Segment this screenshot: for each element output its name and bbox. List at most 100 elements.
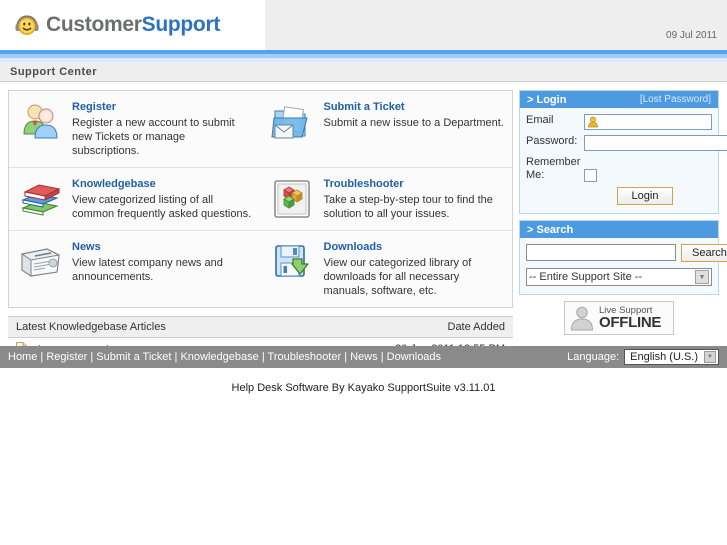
- footer-link-home[interactable]: Home: [8, 351, 37, 363]
- books-stack-icon: [19, 177, 63, 221]
- nav-desc: Register a new account to submit new Tic…: [72, 117, 235, 157]
- chevron-down-icon: ▼: [704, 351, 716, 363]
- newspaper-icon: [19, 240, 63, 284]
- footer-sep: |: [258, 351, 268, 363]
- nav-row: Knowledgebase View categorized listing o…: [9, 168, 512, 231]
- footer-link-downloads[interactable]: Downloads: [387, 351, 441, 363]
- nav-title[interactable]: News: [72, 241, 253, 253]
- nav-row: Register Register a new account to submi…: [9, 91, 512, 168]
- right-column: > Login [Lost Password] Email Password: …: [519, 90, 727, 361]
- nav-card-text: Register Register a new account to submi…: [72, 100, 253, 158]
- live-support-line2: OFFLINE: [599, 314, 662, 332]
- footer-sep: |: [377, 351, 387, 363]
- left-column: Register Register a new account to submi…: [8, 90, 513, 361]
- table-header-row: Latest Knowledgebase Articles Date Added: [8, 316, 513, 338]
- nav-desc: View latest company news and announcemen…: [72, 257, 223, 283]
- live-support-badge[interactable]: Live Support OFFLINE: [564, 301, 674, 335]
- nav-card-text: Downloads View our categorized library o…: [324, 240, 505, 298]
- column-header-title: Latest Knowledgebase Articles: [8, 316, 296, 338]
- email-label: Email: [526, 114, 554, 126]
- page-footer: Home | Register | Submit a Ticket | Know…: [0, 346, 727, 368]
- nav-card-knowledgebase[interactable]: Knowledgebase View categorized listing o…: [9, 168, 261, 230]
- logo-text-primary: Customer: [46, 13, 142, 36]
- page-root: CustomerSupport 09 Jul 2011 Support Cent…: [0, 0, 727, 545]
- main-content: Register Register a new account to submi…: [0, 82, 727, 361]
- language-value: English (U.S.): [630, 351, 698, 363]
- nav-card-downloads[interactable]: Downloads View our categorized library o…: [261, 231, 513, 307]
- nav-card-text: News View latest company news and announ…: [72, 240, 253, 284]
- footer-links: Home | Register | Submit a Ticket | Know…: [8, 351, 441, 363]
- folder-envelope-icon: [270, 100, 315, 144]
- search-panel-title: > Search: [527, 223, 574, 236]
- footer-sep: |: [37, 351, 47, 363]
- nav-title[interactable]: Register: [72, 101, 253, 113]
- search-scope-value: -- Entire Support Site --: [529, 271, 643, 283]
- password-label: Password:: [526, 135, 578, 147]
- language-select[interactable]: English (U.S.) ▼: [624, 349, 719, 365]
- email-input-wrap: [584, 114, 712, 130]
- user-icon: [587, 116, 599, 128]
- nav-card-text: Submit a Ticket Submit a new issue to a …: [324, 100, 504, 130]
- nav-row: News View latest company news and announ…: [9, 231, 512, 307]
- logo-text-secondary: Support: [141, 13, 221, 36]
- site-logo[interactable]: CustomerSupport: [0, 0, 265, 50]
- footer-link-knowledgebase[interactable]: Knowledgebase: [180, 351, 258, 363]
- search-row: Search: [526, 244, 727, 262]
- login-button-row: Login: [526, 187, 712, 205]
- nav-title[interactable]: Knowledgebase: [72, 178, 253, 190]
- cubes-icon: [271, 177, 315, 221]
- login-panel-title: > Login: [527, 93, 567, 106]
- search-button[interactable]: Search: [681, 244, 727, 262]
- smiley-headset-icon: [14, 12, 40, 38]
- footer-link-submit-ticket[interactable]: Submit a Ticket: [96, 351, 171, 363]
- footer-link-news[interactable]: News: [350, 351, 378, 363]
- footer-sep: |: [87, 351, 97, 363]
- search-panel-header: > Search: [520, 221, 718, 238]
- nav-desc: Submit a new issue to a Department.: [323, 117, 504, 129]
- login-panel: > Login [Lost Password] Email Password: …: [519, 90, 727, 214]
- nav-card-submit-ticket[interactable]: Submit a Ticket Submit a new issue to a …: [261, 91, 513, 167]
- credit-line: Help Desk Software By Kayako SupportSuit…: [231, 382, 496, 394]
- search-panel-body: Search -- Entire Support Site -- ▼: [520, 238, 727, 294]
- remember-label: Remember Me:: [526, 156, 581, 181]
- footer-link-register[interactable]: Register: [46, 351, 87, 363]
- person-silhouette-icon: [569, 305, 595, 331]
- nav-desc: Take a step-by-step tour to find the sol…: [323, 194, 493, 220]
- login-panel-body: Email Password: Remember Me: Login: [520, 108, 727, 213]
- page-title: Support Center: [10, 65, 98, 78]
- login-panel-header: > Login [Lost Password]: [520, 91, 718, 108]
- email-field[interactable]: [584, 114, 712, 130]
- live-support-text: Live Support OFFLINE: [599, 306, 661, 331]
- nav-desc: View categorized listing of all common f…: [72, 194, 252, 220]
- footer-sep: |: [341, 351, 351, 363]
- logo-wordmark: CustomerSupport: [46, 13, 220, 37]
- nav-title[interactable]: Troubleshooter: [324, 178, 505, 190]
- remember-me-checkbox[interactable]: [584, 169, 597, 182]
- login-button[interactable]: Login: [616, 187, 674, 205]
- column-header-date: Date Added: [295, 316, 513, 338]
- nav-card-text: Knowledgebase View categorized listing o…: [72, 177, 253, 221]
- nav-card-news[interactable]: News View latest company news and announ…: [9, 231, 261, 307]
- search-panel: > Search Search -- Entire Support Site -…: [519, 220, 727, 295]
- nav-card-text: Troubleshooter Take a step-by-step tour …: [324, 177, 505, 221]
- live-support-wrap: Live Support OFFLINE: [519, 301, 719, 335]
- nav-desc: View our categorized library of download…: [323, 257, 472, 297]
- nav-card-troubleshooter[interactable]: Troubleshooter Take a step-by-step tour …: [261, 168, 513, 230]
- header-date: 09 Jul 2011: [666, 30, 717, 41]
- nav-grid: Register Register a new account to submi…: [8, 90, 513, 308]
- two-users-icon: [19, 100, 63, 144]
- nav-card-register[interactable]: Register Register a new account to submi…: [9, 91, 261, 167]
- nav-title[interactable]: Submit a Ticket: [324, 101, 504, 113]
- page-header: CustomerSupport 09 Jul 2011: [0, 0, 727, 50]
- search-scope-select[interactable]: -- Entire Support Site -- ▼: [526, 268, 712, 286]
- remember-row: Remember Me:: [526, 156, 712, 182]
- email-row: Email: [526, 114, 712, 130]
- lost-password-link[interactable]: [Lost Password]: [640, 94, 711, 105]
- footer-link-troubleshooter[interactable]: Troubleshooter: [268, 351, 342, 363]
- floppy-download-icon: [271, 240, 315, 284]
- password-field[interactable]: [584, 135, 727, 151]
- nav-title[interactable]: Downloads: [324, 241, 505, 253]
- breadcrumb: Support Center: [0, 62, 727, 82]
- search-input[interactable]: [526, 244, 676, 261]
- language-label: Language:: [567, 351, 620, 363]
